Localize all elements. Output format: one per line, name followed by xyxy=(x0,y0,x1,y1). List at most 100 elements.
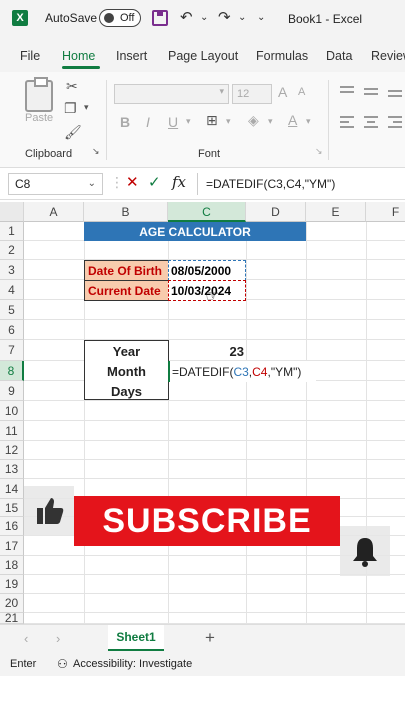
edit-ref-c4: C4 xyxy=(252,364,268,379)
font-launcher-icon[interactable]: ↘ xyxy=(315,146,323,157)
row-header-1[interactable]: 1 xyxy=(0,222,24,241)
cancel-icon[interactable]: ✕ xyxy=(126,173,139,191)
formula-input[interactable]: =DATEDIF(C3,C4,"YM") xyxy=(197,173,405,195)
copy-icon[interactable]: ❐ xyxy=(64,100,77,117)
clipboard-launcher-icon[interactable]: ↘ xyxy=(92,146,100,157)
column-header-c[interactable]: C xyxy=(168,202,246,222)
month-label-cell[interactable]: Month xyxy=(84,361,169,381)
row-header-16[interactable]: 16 xyxy=(0,517,24,536)
row-header-8[interactable]: 8 xyxy=(0,361,24,381)
column-header-b[interactable]: B xyxy=(84,202,168,222)
title-cell[interactable]: AGE CALCULATOR xyxy=(84,222,306,241)
row-header-19[interactable]: 19 xyxy=(0,575,24,594)
accessibility-status[interactable]: Accessibility: Investigate xyxy=(73,658,192,670)
year-label-cell[interactable]: Year xyxy=(84,341,169,361)
borders-dropdown-icon[interactable]: ▾ xyxy=(226,116,231,127)
row-header-10[interactable]: 10 xyxy=(0,401,24,421)
row-header-3[interactable]: 3 xyxy=(0,260,24,280)
row-header-18[interactable]: 18 xyxy=(0,556,24,575)
customize-toolbar-icon[interactable]: ⌄ xyxy=(257,12,265,23)
column-header-d[interactable]: D xyxy=(246,202,306,222)
fill-color-icon[interactable]: ◈ xyxy=(248,112,259,129)
row-header-21[interactable]: 21 xyxy=(0,612,24,624)
cursor-icon: ☞ xyxy=(205,288,220,305)
font-group-label: Font xyxy=(198,148,221,160)
gridline xyxy=(24,612,405,613)
font-color-icon[interactable]: A xyxy=(288,112,297,128)
align-middle-icon[interactable] xyxy=(364,86,378,98)
undo-icon[interactable]: ↶ xyxy=(180,8,193,26)
font-color-dropdown-icon[interactable]: ▾ xyxy=(306,116,311,127)
name-box[interactable]: C8 ⌄ xyxy=(8,173,103,195)
align-right-icon[interactable] xyxy=(388,116,402,130)
year-value-cell[interactable]: 23 xyxy=(168,341,244,361)
align-bottom-icon[interactable] xyxy=(388,86,402,98)
row-header-14[interactable]: 14 xyxy=(0,479,24,499)
row-header-11[interactable]: 11 xyxy=(0,421,24,441)
row-header-9[interactable]: 9 xyxy=(0,381,24,401)
align-top-icon[interactable] xyxy=(340,86,354,98)
add-sheet-button[interactable]: + xyxy=(205,628,215,648)
tab-insert[interactable]: Insert xyxy=(116,49,147,63)
row-header-15[interactable]: 15 xyxy=(0,499,24,517)
bold-icon[interactable]: B xyxy=(120,114,130,130)
like-icon[interactable] xyxy=(24,486,74,536)
tab-review[interactable]: Review xyxy=(371,49,405,63)
cut-icon[interactable]: ✂ xyxy=(66,78,78,95)
shrink-font-icon[interactable]: A xyxy=(298,86,305,98)
tab-home[interactable]: Home xyxy=(62,49,95,63)
column-header-a[interactable]: A xyxy=(24,202,84,222)
gridline xyxy=(24,339,405,340)
copy-dropdown-icon[interactable]: ▾ xyxy=(84,102,89,113)
underline-dropdown-icon[interactable]: ▾ xyxy=(186,116,191,127)
row-header-13[interactable]: 13 xyxy=(0,460,24,479)
dob-value-cell[interactable]: 08/05/2000 xyxy=(168,260,246,281)
grow-font-icon[interactable]: A xyxy=(278,84,287,100)
row-header-2[interactable]: 2 xyxy=(0,241,24,260)
row-header-12[interactable]: 12 xyxy=(0,441,24,460)
tab-formulas[interactable]: Formulas xyxy=(256,49,308,63)
italic-icon[interactable]: I xyxy=(146,114,150,130)
column-header-f[interactable]: F xyxy=(366,202,405,222)
font-name-dropdown-icon: ▾ xyxy=(219,86,224,96)
autosave-toggle[interactable]: Off xyxy=(99,9,141,27)
row-header-17[interactable]: 17 xyxy=(0,536,24,556)
subscribe-button[interactable]: SUBSCRIBE xyxy=(74,496,340,546)
format-painter-icon[interactable]: 🖌 xyxy=(64,124,82,141)
redo-dropdown-icon[interactable]: ⌄ xyxy=(238,12,246,23)
redo-icon[interactable]: ↷ xyxy=(218,8,231,26)
column-header-e[interactable]: E xyxy=(306,202,366,222)
fill-color-dropdown-icon[interactable]: ▾ xyxy=(268,116,273,127)
formula-bar-grip-icon: ⋮ xyxy=(110,174,124,190)
paste-icon[interactable] xyxy=(25,77,53,112)
active-cell-c8[interactable]: =DATEDIF(C3, C4 ,"YM") xyxy=(168,361,316,382)
row-header-5[interactable]: 5 xyxy=(0,300,24,320)
sheet-tab-sheet1[interactable]: Sheet1 xyxy=(108,625,164,651)
tab-file[interactable]: File xyxy=(20,49,40,63)
bell-icon[interactable] xyxy=(340,526,390,576)
next-sheet-icon[interactable]: › xyxy=(56,631,60,646)
paste-label: Paste xyxy=(25,112,54,124)
tab-data[interactable]: Data xyxy=(326,49,352,63)
row-header-4[interactable]: 4 xyxy=(0,280,24,300)
tab-page-layout[interactable]: Page Layout xyxy=(168,49,238,63)
underline-icon[interactable]: U xyxy=(168,114,178,130)
prev-sheet-icon[interactable]: ‹ xyxy=(24,631,28,646)
font-name-box[interactable]: ▾ xyxy=(114,84,229,104)
enter-icon[interactable]: ✓ xyxy=(148,173,161,191)
dob-label-cell[interactable]: Date Of Birth xyxy=(84,260,169,281)
save-icon[interactable] xyxy=(152,10,168,26)
row-header-6[interactable]: 6 xyxy=(0,320,24,340)
current-date-label-cell[interactable]: Current Date xyxy=(84,280,169,301)
align-center-icon[interactable] xyxy=(364,116,378,130)
align-left-icon[interactable] xyxy=(340,116,354,130)
insert-function-icon[interactable]: fx xyxy=(172,173,186,191)
ribbon-home: Paste ✂ ❐ ▾ 🖌 Clipboard ↘ ▾ 12 A A B I U… xyxy=(0,72,405,168)
row-header-7[interactable]: 7 xyxy=(0,340,24,361)
font-size-box[interactable]: 12 xyxy=(232,84,272,104)
undo-dropdown-icon[interactable]: ⌄ xyxy=(200,12,208,23)
borders-icon[interactable]: ⊞ xyxy=(206,112,218,129)
select-all-corner[interactable] xyxy=(0,202,24,222)
days-label-cell[interactable]: Days xyxy=(84,381,169,401)
autosave-label: AutoSave xyxy=(45,11,98,25)
